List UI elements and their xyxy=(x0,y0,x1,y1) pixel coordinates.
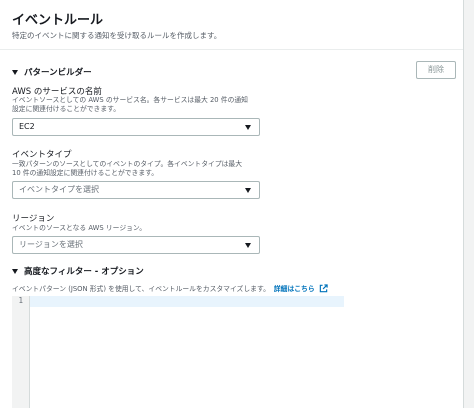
event-rule-panel: イベントルール 特定のイベントに関する通知を受け取るルールを作成します。 パター… xyxy=(0,0,464,408)
event-type-label: イベントタイプ xyxy=(12,150,72,160)
advanced-filter-desc: イベントパターン (JSON 形式) を使用して、イベントルールをカスタマイズし… xyxy=(12,285,270,293)
panel-header: イベントルール 特定のイベントに関する通知を受け取るルールを作成します。 xyxy=(0,0,463,50)
delete-button[interactable]: 削除 xyxy=(416,61,456,79)
caret-down-icon xyxy=(12,69,18,75)
external-link-icon[interactable] xyxy=(319,283,328,293)
json-editor[interactable]: 1 xyxy=(12,296,344,408)
editor-gutter: 1 xyxy=(12,296,30,408)
region-select[interactable]: リージョンを選択 xyxy=(12,236,260,254)
event-type-placeholder: イベントタイプを選択 xyxy=(19,185,99,194)
service-name-value: EC2 xyxy=(19,122,35,131)
caret-down-icon xyxy=(12,268,18,274)
region-placeholder: リージョンを選択 xyxy=(19,240,83,249)
dropdown-arrow-icon xyxy=(245,125,251,130)
panel-subtitle: 特定のイベントに関する通知を受け取るルールを作成します。 xyxy=(12,31,222,40)
event-type-desc-2: 10 件の通知設定に関連付けることができます。 xyxy=(12,169,159,177)
advanced-filter-desc-row: イベントパターン (JSON 形式) を使用して、イベントルールをカスタマイズし… xyxy=(12,283,328,293)
editor-active-line[interactable] xyxy=(30,296,344,307)
panel-title: イベントルール xyxy=(12,13,104,28)
region-desc: イベントのソースとなる AWS リージョン。 xyxy=(12,224,147,232)
pattern-builder-title: パターンビルダー xyxy=(24,68,92,78)
service-name-select[interactable]: EC2 xyxy=(12,118,260,136)
pattern-builder-toggle[interactable]: パターンビルダー xyxy=(12,66,92,78)
region-label: リージョン xyxy=(12,214,55,224)
advanced-filter-title: 高度なフィルター - オプション xyxy=(24,267,144,277)
line-number: 1 xyxy=(18,296,23,305)
learn-more-link[interactable]: 詳細はこちら xyxy=(274,283,315,293)
advanced-filter-toggle[interactable]: 高度なフィルター - オプション xyxy=(12,265,144,277)
event-type-select[interactable]: イベントタイプを選択 xyxy=(12,181,260,199)
dropdown-arrow-icon xyxy=(245,243,251,248)
dropdown-arrow-icon xyxy=(245,188,251,193)
service-name-desc-2: 設定に関連付けることができます。 xyxy=(12,105,121,113)
